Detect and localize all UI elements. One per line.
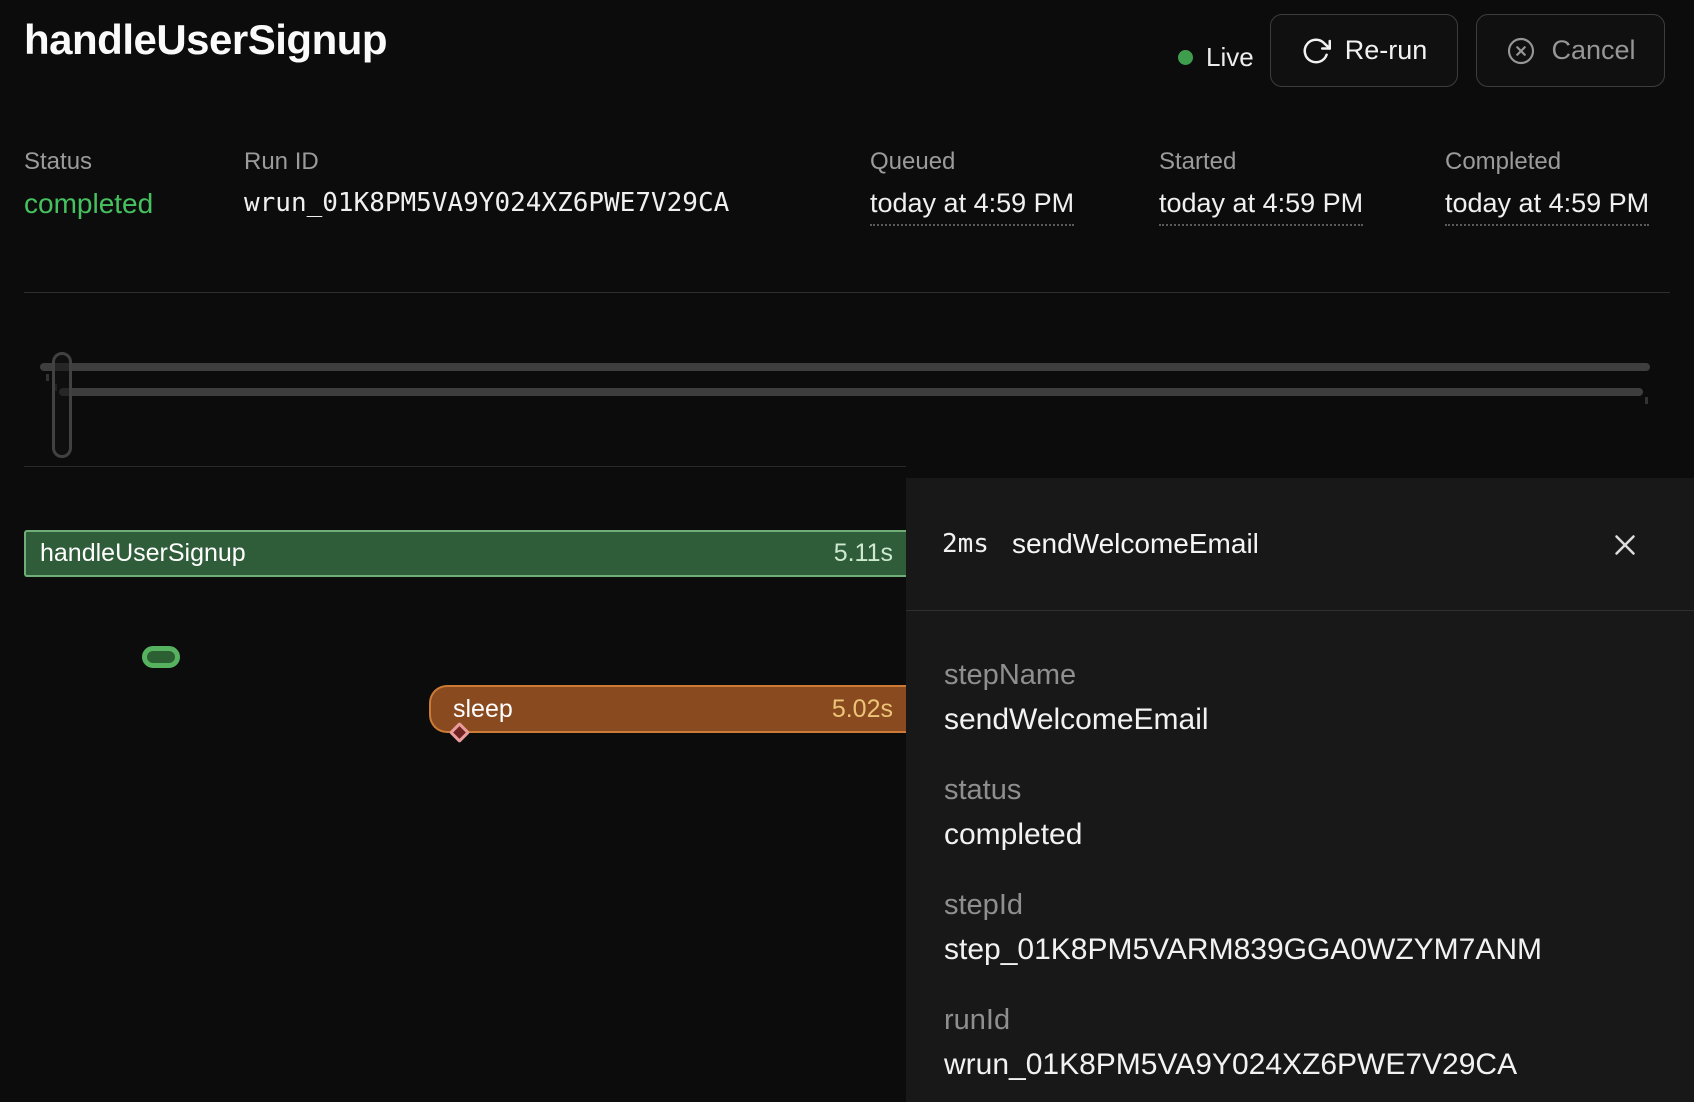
close-icon (1608, 550, 1642, 565)
detail-value: wrun_01K8PM5VA9Y024XZ6PWE7V29CA (944, 1048, 1654, 1082)
step-detail-title: sendWelcomeEmail (1012, 528, 1259, 560)
detail-label: stepName (944, 659, 1654, 692)
completed-time-value: today at 4:59 PM (1445, 188, 1649, 226)
minimap-brush-handle[interactable] (52, 352, 72, 458)
detail-row-stepid: stepId step_01K8PM5VARM839GGA0WZYM7ANM (944, 889, 1654, 967)
step-duration-badge: 2ms (942, 529, 989, 559)
close-panel-button[interactable] (1608, 528, 1642, 562)
queued-time-value: today at 4:59 PM (870, 188, 1074, 226)
detail-row-stepname: stepName sendWelcomeEmail (944, 659, 1654, 737)
run-id-value: wrun_01K8PM5VA9Y024XZ6PWE7V29CA (244, 188, 729, 218)
meta-divider (24, 292, 1670, 293)
span-duration: 5.11s (834, 539, 893, 568)
cancel-button-label: Cancel (1551, 35, 1635, 66)
circle-x-icon (1505, 35, 1537, 67)
timeline-span-handleusersignup[interactable]: handleUserSignup 5.11s (24, 530, 906, 577)
started-time-value: today at 4:59 PM (1159, 188, 1363, 226)
detail-label: runId (944, 1004, 1654, 1037)
detail-value: sendWelcomeEmail (944, 703, 1654, 737)
run-status-value: completed (24, 188, 153, 220)
minimap-event-tick (46, 374, 49, 381)
step-detail-header: 2ms sendWelcomeEmail (906, 478, 1694, 611)
meta-label-queued: Queued (870, 148, 955, 176)
rerun-button[interactable]: Re-run (1270, 14, 1458, 87)
rerun-button-label: Re-run (1345, 35, 1428, 66)
live-label: Live (1206, 42, 1254, 73)
cancel-button[interactable]: Cancel (1476, 14, 1665, 87)
workflow-run-page: handleUserSignup Live Re-run Cancel Stat… (0, 0, 1694, 1102)
detail-label: status (944, 774, 1654, 807)
step-detail-body: stepName sendWelcomeEmail status complet… (906, 611, 1694, 1082)
meta-label-run-id: Run ID (244, 148, 319, 176)
timeline-divider (24, 466, 906, 467)
minimap-bar-workflow (40, 363, 1650, 371)
minimap-event-tick (1645, 397, 1648, 404)
timeline-span-sleep[interactable]: sleep 5.02s (429, 685, 906, 733)
live-status-dot-icon (1178, 50, 1193, 65)
refresh-icon (1301, 36, 1331, 66)
timeline-event-pill[interactable] (142, 646, 180, 668)
live-indicator: Live (1178, 26, 1254, 88)
meta-label-status: Status (24, 148, 92, 176)
meta-label-completed: Completed (1445, 148, 1561, 176)
span-duration: 5.02s (832, 695, 893, 724)
span-label: sleep (453, 695, 513, 724)
detail-value: step_01K8PM5VARM839GGA0WZYM7ANM (944, 933, 1654, 967)
step-detail-panel: 2ms sendWelcomeEmail stepName sendWelcom… (906, 478, 1694, 1102)
minimap-bar-sleep (59, 388, 1643, 396)
page-title: handleUserSignup (24, 16, 387, 64)
detail-row-runid: runId wrun_01K8PM5VA9Y024XZ6PWE7V29CA (944, 1004, 1654, 1082)
meta-label-started: Started (1159, 148, 1236, 176)
detail-label: stepId (944, 889, 1654, 922)
span-label: handleUserSignup (40, 539, 246, 568)
detail-value: completed (944, 818, 1654, 852)
detail-row-status: status completed (944, 774, 1654, 852)
